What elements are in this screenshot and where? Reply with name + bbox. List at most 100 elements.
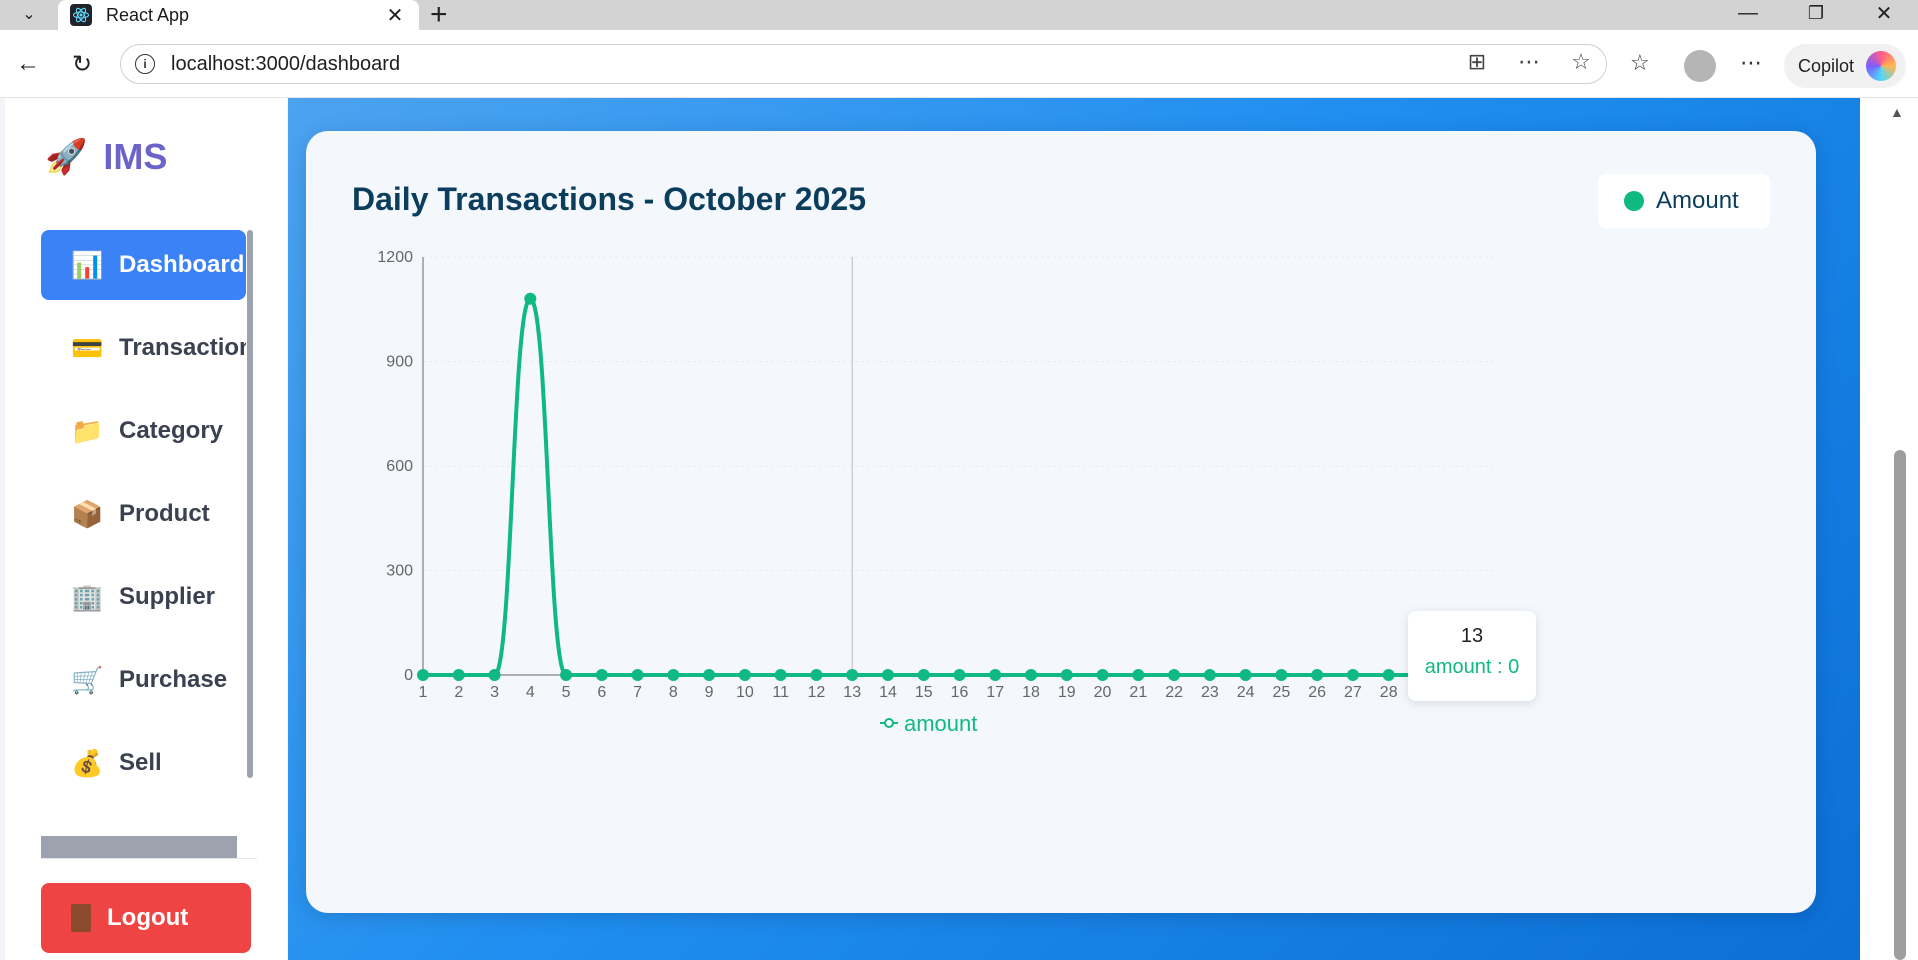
refresh-icon[interactable]: ↻ [66,48,98,80]
y-tick-label: 300 [386,563,413,580]
sidebar-item-dashboard[interactable]: 📊 Dashboard [41,230,246,300]
page-scrollbar-thumb[interactable] [1894,450,1906,960]
package-icon: 📦 [71,498,104,529]
tooltip-title: 13 [1460,625,1484,647]
sidebar-item-label: Product [119,500,210,527]
data-point [452,669,465,681]
data-point [595,669,608,681]
data-point [560,669,573,681]
app-available-icon[interactable]: ⊞ [1462,49,1492,75]
x-tick-label: 6 [597,684,606,701]
y-tick-label: 600 [386,458,413,475]
browser-tab[interactable]: React App ✕ [58,0,419,30]
sidebar-divider [41,858,257,859]
tooltip-series-name: amount [1424,656,1492,678]
brand: 🚀 IMS [45,136,167,178]
brand-name: IMS [103,136,168,177]
x-tick-label: 8 [669,684,678,701]
x-tick-label: 28 [1380,684,1398,701]
sidebar-item-sell[interactable]: 💰 Sell [41,728,246,798]
scroll-up-arrow-icon[interactable]: ▲ [1890,104,1904,120]
address-bar-row: ← ↻ i localhost:3000/dashboard ⊞ ⋯ ☆ ☆ ⋯ [0,30,1918,98]
tooltip-value: amount : 0 [1424,656,1520,678]
sidebar-item-transactions[interactable]: 💳 Transactions [41,313,246,383]
data-point [1132,669,1145,681]
tooltip-series-value: 0 [1508,656,1520,678]
x-tick-label: 12 [808,684,826,701]
rocket-icon: 🚀 [45,138,88,176]
x-tick-label: 26 [1308,684,1326,701]
sidebar-item-label: Purchase [119,666,228,693]
logout-button[interactable]: Logout [41,883,251,953]
settings-more-icon[interactable]: ⋯ [1740,50,1762,76]
money-bag-icon: 💰 [71,747,104,778]
more-tools-icon[interactable]: ⋯ [1514,49,1544,75]
copilot-label: Copilot [1798,55,1855,76]
building-icon: 🏢 [71,581,104,612]
data-point [953,669,966,681]
data-point [1311,669,1324,681]
data-point [1203,669,1216,681]
x-tick-label: 22 [1165,684,1183,701]
door-icon [71,904,91,932]
data-point [1096,669,1109,681]
data-point [989,669,1002,681]
window-close-icon[interactable]: ✕ [1854,0,1914,26]
url-text[interactable]: localhost:3000/dashboard [171,53,400,76]
sidebar-item-label: Supplier [119,583,216,610]
x-tick-label: 9 [705,684,714,701]
tab-list-chevron-icon[interactable]: ⌄ [8,0,50,28]
logout-label: Logout [107,904,189,931]
url-omnibox[interactable]: i localhost:3000/dashboard ⊞ ⋯ ☆ [120,44,1607,84]
favorite-star-icon[interactable]: ☆ [1566,49,1596,75]
data-point [1239,669,1252,681]
x-tick-label: 17 [986,684,1004,701]
favorites-list-icon[interactable]: ☆ [1630,50,1650,76]
data-point [488,669,501,681]
data-point [1168,669,1181,681]
restore-icon[interactable]: ❐ [1786,0,1846,26]
x-tick-label: 19 [1058,684,1076,701]
react-favicon-icon [70,4,92,26]
data-point [1382,669,1395,681]
sidebar-scrollbar[interactable] [247,230,253,778]
x-tick-label: 20 [1094,684,1112,701]
x-tick-label: 13 [843,684,861,701]
minimize-icon[interactable]: — [1718,0,1778,26]
x-tick-label: 23 [1201,684,1219,701]
x-tick-label: 7 [633,684,642,701]
y-tick-label: 900 [386,354,413,371]
sidebar-item-purchase[interactable]: 🛒 Purchase [41,645,246,715]
sidebar-item-label: Category [119,417,224,444]
site-info-icon[interactable]: i [135,54,155,74]
x-tick-label: 1 [419,684,428,701]
x-tick-label: 3 [490,684,499,701]
sidebar-item-category[interactable]: 📁 Category [41,396,246,466]
sidebar-item-label: Transactions [119,334,246,361]
data-point [917,669,930,681]
data-point [1025,669,1038,681]
sidebar-item-product[interactable]: 📦 Product [41,479,246,549]
sidebar-horizontal-scrollbar[interactable] [41,836,237,858]
data-point [810,669,823,681]
back-arrow-icon[interactable]: ← [12,48,44,80]
profile-avatar[interactable] [1684,50,1716,82]
copilot-button[interactable]: Copilot [1784,44,1906,88]
data-point [881,669,894,681]
data-point [1275,669,1288,681]
data-point [846,669,859,681]
data-point [738,669,751,681]
sidebar-item-label: Dashboard [119,251,245,278]
x-tick-label: 21 [1129,684,1147,701]
x-tick-label: 18 [1022,684,1040,701]
tab-close-icon[interactable]: ✕ [383,3,407,28]
bottom-legend-label: amount [904,711,977,736]
sidebar: 🚀 IMS 📊 Dashboard 💳 Transactions 📁 Categ… [5,98,287,960]
line-chart[interactable]: 030060090012001 2 3 4 5 6 7 8 9 10 11 12 13 14 15 16 17 1… [306,131,1816,913]
x-tick-label: 11 [772,684,789,701]
x-tick-label: 25 [1273,684,1291,701]
data-point [667,669,680,681]
new-tab-plus-icon[interactable]: + [430,0,448,32]
bottom-legend-marker-icon [884,718,894,728]
sidebar-item-supplier[interactable]: 🏢 Supplier [41,562,246,632]
